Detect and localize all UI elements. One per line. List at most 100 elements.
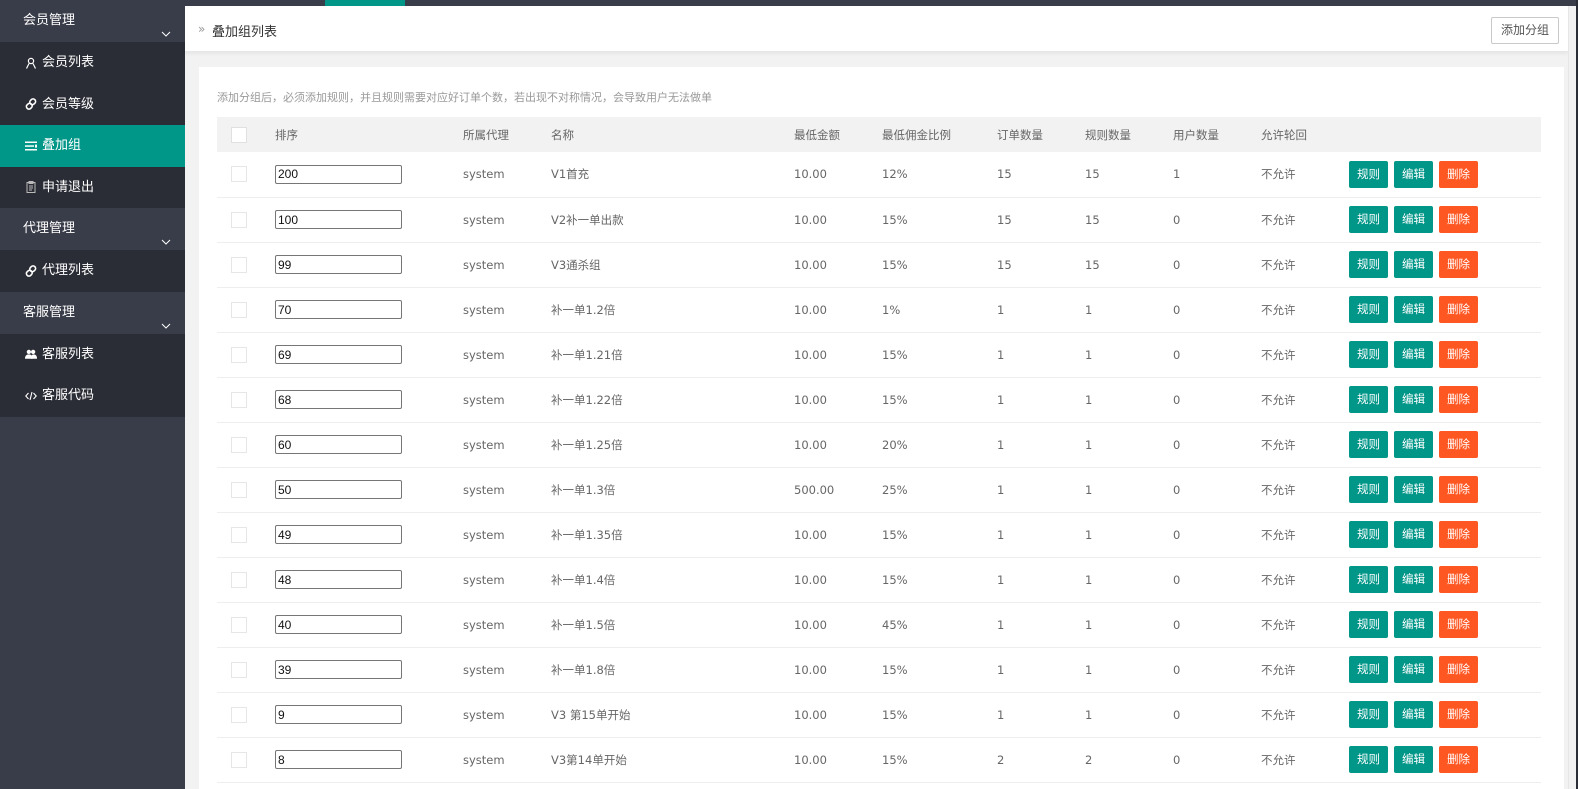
- rule-button[interactable]: 规则: [1349, 701, 1388, 728]
- sort-input[interactable]: [275, 570, 402, 589]
- sidebar-group-1[interactable]: 代理管理: [0, 208, 185, 250]
- order-count-cell: 1: [997, 437, 1005, 452]
- sidebar-group-children: 会员列表 会员等级 叠加组 申请退出: [0, 42, 185, 208]
- delete-button[interactable]: 删除: [1439, 521, 1478, 548]
- row-checkbox[interactable]: [231, 211, 247, 228]
- min-amount-cell: 10.00: [794, 527, 827, 542]
- row-checkbox[interactable]: [231, 391, 247, 408]
- sort-input[interactable]: [275, 210, 402, 229]
- delete-button[interactable]: 删除: [1439, 701, 1478, 728]
- edit-button[interactable]: 编辑: [1394, 476, 1433, 503]
- min-commission-cell: 15%: [882, 572, 908, 587]
- edit-button[interactable]: 编辑: [1394, 521, 1433, 548]
- column-header-order-count: 订单数量: [997, 127, 1043, 142]
- row-checkbox[interactable]: [231, 301, 247, 318]
- rule-button[interactable]: 规则: [1349, 296, 1388, 323]
- delete-button[interactable]: 删除: [1439, 611, 1478, 638]
- sort-input[interactable]: [275, 525, 402, 544]
- table-row: system 补一单1.22倍 10.00 15% 1 1 0 不允许 规则编辑…: [217, 377, 1541, 422]
- edit-button[interactable]: 编辑: [1394, 206, 1433, 233]
- column-header-sort[interactable]: 排序: [275, 117, 463, 152]
- min-amount-cell: 10.00: [794, 302, 827, 317]
- delete-button[interactable]: 删除: [1439, 341, 1478, 368]
- rule-button[interactable]: 规则: [1349, 611, 1388, 638]
- sidebar-item[interactable]: 叠加组: [0, 125, 185, 167]
- delete-button[interactable]: 删除: [1439, 566, 1478, 593]
- row-checkbox[interactable]: [231, 706, 247, 723]
- rule-button[interactable]: 规则: [1349, 386, 1388, 413]
- add-group-button[interactable]: 添加分组: [1490, 17, 1559, 44]
- sidebar-item[interactable]: 会员等级: [0, 84, 185, 126]
- delete-button[interactable]: 删除: [1439, 251, 1478, 278]
- name-cell: V2补一单出款: [551, 212, 624, 227]
- column-header-user-count: 用户数量: [1173, 127, 1219, 142]
- actions-cell: 规则 编辑 删除: [1349, 377, 1541, 422]
- rule-button[interactable]: 规则: [1349, 206, 1388, 233]
- sort-input[interactable]: [275, 255, 402, 274]
- edit-button[interactable]: 编辑: [1394, 160, 1433, 188]
- edit-button[interactable]: 编辑: [1394, 296, 1433, 323]
- sort-input[interactable]: [275, 164, 402, 184]
- delete-button[interactable]: 删除: [1439, 431, 1478, 458]
- rule-button[interactable]: 规则: [1349, 251, 1388, 278]
- delete-button[interactable]: 删除: [1439, 656, 1478, 683]
- row-checkbox[interactable]: [231, 436, 247, 453]
- sidebar-group-2[interactable]: 客服管理: [0, 291, 185, 334]
- row-checkbox[interactable]: [231, 526, 247, 543]
- edit-button[interactable]: 编辑: [1394, 746, 1433, 773]
- delete-button[interactable]: 删除: [1439, 160, 1478, 188]
- row-checkbox[interactable]: [231, 571, 247, 588]
- edit-button[interactable]: 编辑: [1394, 656, 1433, 683]
- edit-button[interactable]: 编辑: [1394, 341, 1433, 368]
- allow-cycle-cell: 不允许: [1261, 437, 1296, 452]
- sort-input[interactable]: [275, 480, 402, 499]
- sort-input[interactable]: [275, 435, 402, 454]
- rule-button[interactable]: 规则: [1349, 160, 1388, 188]
- edit-button[interactable]: 编辑: [1394, 251, 1433, 278]
- row-checkbox[interactable]: [231, 616, 247, 633]
- row-checkbox[interactable]: [231, 661, 247, 678]
- edit-button[interactable]: 编辑: [1394, 431, 1433, 458]
- edit-button[interactable]: 编辑: [1394, 611, 1433, 638]
- rule-button[interactable]: 规则: [1349, 521, 1388, 548]
- row-checkbox[interactable]: [231, 346, 247, 363]
- rule-count-cell: 1: [1085, 392, 1093, 407]
- sort-input[interactable]: [275, 705, 402, 724]
- sort-input[interactable]: [275, 660, 402, 679]
- row-checkbox[interactable]: [231, 751, 247, 768]
- row-checkbox[interactable]: [231, 166, 247, 183]
- sort-input[interactable]: [275, 615, 402, 634]
- sidebar-item[interactable]: 会员列表: [0, 42, 185, 84]
- rule-button[interactable]: 规则: [1349, 566, 1388, 593]
- edit-button[interactable]: 编辑: [1394, 701, 1433, 728]
- row-checkbox[interactable]: [231, 481, 247, 498]
- sidebar-group-0[interactable]: 会员管理: [0, 0, 185, 42]
- sidebar-item[interactable]: 客服列表: [0, 334, 185, 376]
- sidebar-item[interactable]: 客服代码: [0, 375, 185, 417]
- min-commission-cell: 20%: [882, 437, 908, 452]
- edit-button[interactable]: 编辑: [1394, 566, 1433, 593]
- sidebar-item[interactable]: 代理列表: [0, 250, 185, 292]
- edit-button[interactable]: 编辑: [1394, 386, 1433, 413]
- sidebar-item[interactable]: 申请退出: [0, 167, 185, 209]
- select-all-checkbox[interactable]: [231, 126, 247, 143]
- sort-input[interactable]: [275, 750, 402, 769]
- delete-button[interactable]: 删除: [1439, 746, 1478, 773]
- rule-button[interactable]: 规则: [1349, 746, 1388, 773]
- sort-input[interactable]: [275, 300, 402, 319]
- rule-button[interactable]: 规则: [1349, 341, 1388, 368]
- rule-button[interactable]: 规则: [1349, 431, 1388, 458]
- sidebar-group-children: 代理列表: [0, 250, 185, 292]
- sidebar-group-children: 客服列表 客服代码: [0, 333, 185, 417]
- delete-button[interactable]: 删除: [1439, 206, 1478, 233]
- delete-button[interactable]: 删除: [1439, 386, 1478, 413]
- rule-button[interactable]: 规则: [1349, 656, 1388, 683]
- order-count-cell: 1: [997, 302, 1005, 317]
- rule-button[interactable]: 规则: [1349, 476, 1388, 503]
- sort-input[interactable]: [275, 390, 402, 409]
- users-icon: [24, 348, 37, 361]
- sort-input[interactable]: [275, 345, 402, 364]
- delete-button[interactable]: 删除: [1439, 296, 1478, 323]
- delete-button[interactable]: 删除: [1439, 476, 1478, 503]
- row-checkbox[interactable]: [231, 256, 247, 273]
